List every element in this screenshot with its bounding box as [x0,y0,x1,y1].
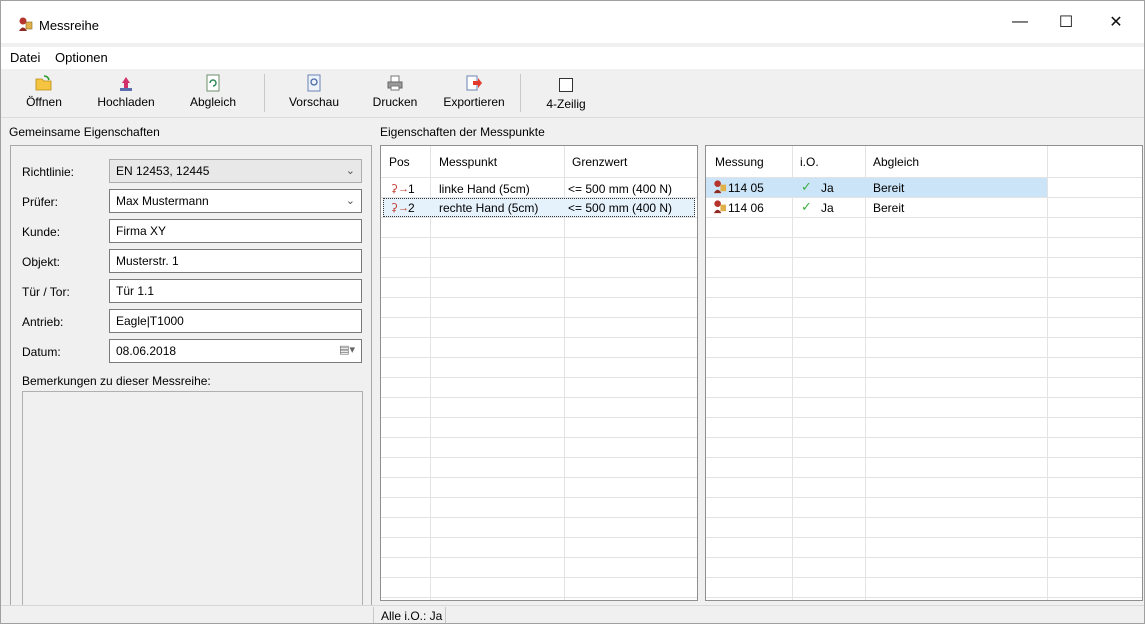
sync-label: Abgleich [189,95,237,109]
object-value: Musterstr. 1 [116,254,179,268]
inspector-label: Prüfer: [22,195,59,209]
maximize-button[interactable]: ☐ [1043,7,1089,37]
points-grid: Pos Messpunkt Grenzwert ⚳→ 1 linke Hand … [380,145,698,601]
status-separator [445,607,446,623]
date-picker[interactable]: 08.06.2018 ▤▾ [109,339,362,363]
menu-optionen[interactable]: Optionen [55,50,108,65]
limit-cell: <= 500 mm (400 N) [568,201,673,215]
checkbox-icon [559,78,573,92]
inspector-value: Max Mustermann [116,194,209,208]
date-value: 08.06.2018 [116,344,177,358]
date-label: Datum: [22,345,61,359]
column-header-ok[interactable]: i.O. [800,155,819,169]
measurements-grid: Messung i.O. Abgleich 114 05 ✓ Ja Bereit… [705,145,1143,601]
chevron-down-icon: ⌄ [345,195,355,207]
main-window: Messreihe — ☐ ✕ Datei Optionen Öffnen Ho… [0,0,1145,624]
four-line-label: 4-Zeilig [546,97,586,111]
table-row[interactable]: ⚳→ 1 linke Hand (5cm) <= 500 mm (400 N) [381,179,697,198]
menu-datei[interactable]: Datei [10,50,40,65]
status-separator [373,607,374,623]
ok-cell: Ja [821,201,834,215]
sync-cell: Bereit [873,181,905,195]
column-header-sync[interactable]: Abgleich [873,155,919,169]
common-properties-header: Gemeinsame Eigenschaften [9,125,160,139]
upload-label: Hochladen [97,95,155,109]
checkmark-icon: ✓ [801,199,812,214]
drive-label: Antrieb: [22,315,64,329]
toolbar-separator [264,74,265,112]
pos-cell: 2 [408,201,415,215]
printer-icon [387,75,403,91]
sync-icon [206,74,220,92]
measurement-id-cell: 114 06 [728,201,764,215]
toolbar-separator [520,74,521,112]
preview-icon [307,74,321,92]
checkmark-icon: ✓ [801,179,812,194]
key-icon: ⚳→ [390,202,410,214]
common-properties-panel: Richtlinie: EN 12453, 12445 ⌄ Prüfer: Ma… [10,145,372,611]
toolbar: Öffnen Hochladen Abgleich Vorschau Druck… [1,70,1144,118]
window-title: Messreihe [39,18,99,33]
preview-label: Vorschau [288,95,340,109]
remarks-label: Bemerkungen zu dieser Messreihe: [22,374,211,388]
close-button[interactable]: ✕ [1093,7,1139,37]
title-bar: Messreihe — ☐ ✕ [1,1,1144,43]
ok-cell: Ja [821,181,834,195]
drive-field[interactable]: Eagle|T1000 [109,309,362,333]
table-row-selected[interactable]: 114 05 ✓ Ja Bereit [706,178,1047,197]
upload-icon [120,77,132,91]
print-label: Drucken [372,95,418,109]
point-cell: linke Hand (5cm) [439,182,530,196]
status-text: Alle i.O.: Ja [381,609,443,623]
table-row[interactable]: 114 06 ✓ Ja Bereit [706,198,1047,217]
object-label: Objekt: [22,255,61,269]
customer-value: Firma XY [116,224,167,238]
minimize-button[interactable]: — [997,7,1043,37]
print-button[interactable]: Drucken [363,72,427,116]
app-icon [19,17,33,31]
customer-field[interactable]: Firma XY [109,219,362,243]
door-field[interactable]: Tür 1.1 [109,279,362,303]
customer-label: Kunde: [22,225,61,239]
column-header-point[interactable]: Messpunkt [439,155,497,169]
menu-bar: Datei Optionen [1,47,1144,69]
point-cell: rechte Hand (5cm) [439,201,539,215]
points-properties-header: Eigenschaften der Messpunkte [380,125,545,139]
sync-cell: Bereit [873,201,905,215]
remarks-textarea[interactable] [22,391,363,609]
status-bar: Alle i.O.: Ja [1,605,1144,623]
calendar-icon[interactable]: ▤▾ [339,343,355,356]
column-header-pos[interactable]: Pos [389,155,410,169]
object-field[interactable]: Musterstr. 1 [109,249,362,273]
limit-cell: <= 500 mm (400 N) [568,182,673,196]
chevron-down-icon: ⌄ [345,165,355,177]
four-line-toggle[interactable]: 4-Zeilig [538,72,594,116]
open-label: Öffnen [26,95,62,109]
column-divider [1047,146,1048,600]
key-icon: ⚳→ [390,183,410,195]
column-header-measurement[interactable]: Messung [715,155,764,169]
guideline-value: EN 12453, 12445 [116,164,210,178]
column-header-limit[interactable]: Grenzwert [572,155,627,169]
sync-button[interactable]: Abgleich [181,72,245,116]
drive-value: Eagle|T1000 [116,314,184,328]
open-button[interactable]: Öffnen [14,72,74,116]
export-label: Exportieren [443,95,505,109]
guideline-label: Richtlinie: [22,165,75,179]
export-icon [466,75,482,91]
table-row-selected[interactable]: ⚳→ 2 rechte Hand (5cm) <= 500 mm (400 N) [383,198,695,217]
export-button[interactable]: Exportieren [434,72,514,116]
preview-button[interactable]: Vorschau [276,72,352,116]
door-value: Tür 1.1 [116,284,155,298]
measurement-icon [713,200,727,214]
pos-cell: 1 [408,182,415,196]
measurement-icon [713,180,727,194]
guideline-select[interactable]: EN 12453, 12445 ⌄ [109,159,362,183]
door-label: Tür / Tor: [22,285,70,299]
folder-open-icon [35,75,52,91]
upload-button[interactable]: Hochladen [89,72,163,116]
measurement-id-cell: 114 05 [728,181,764,195]
inspector-select[interactable]: Max Mustermann ⌄ [109,189,362,213]
